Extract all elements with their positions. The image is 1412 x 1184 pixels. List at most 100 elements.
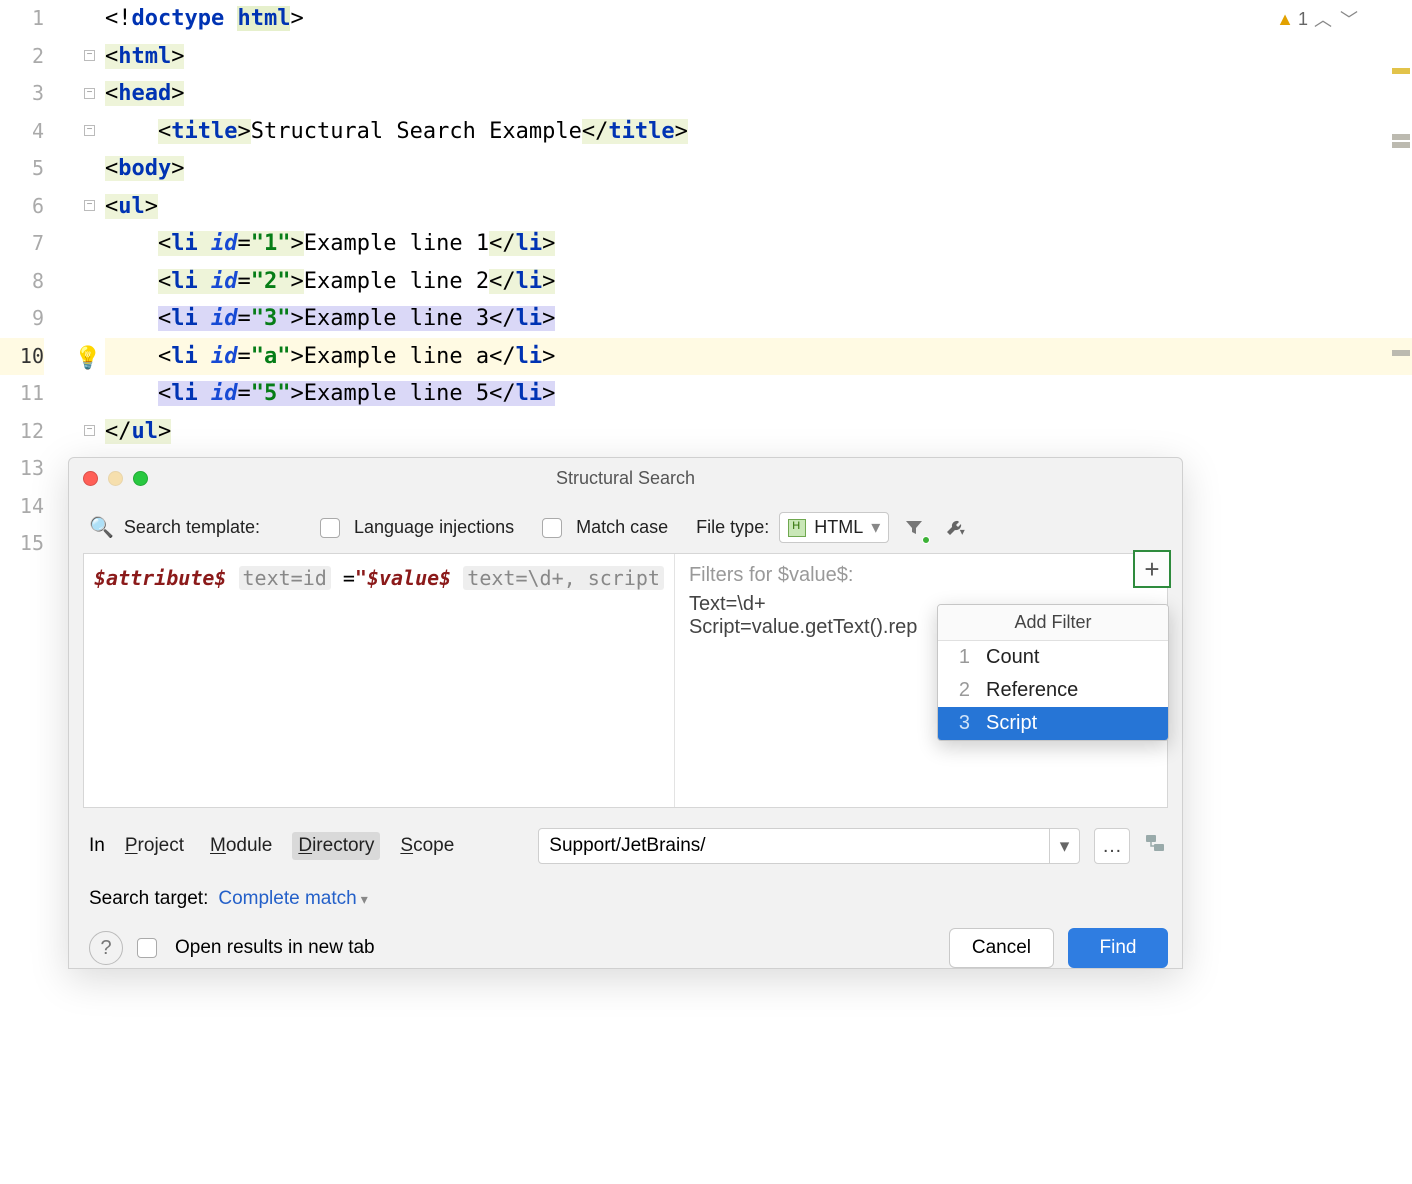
filters-panel: Filters for $value$: Text=\d+ Script=val… <box>675 554 1167 807</box>
line-number: 9 <box>0 300 44 338</box>
language-injections-label: Language injections <box>354 517 514 538</box>
add-filter-popup-title: Add Filter <box>938 605 1168 641</box>
structural-search-dialog: Structural Search 🔍 Search template: Lan… <box>68 457 1183 969</box>
search-icon: 🔍 <box>89 515 114 540</box>
popup-label: Reference <box>986 679 1078 702</box>
popup-index: 2 <box>952 679 986 702</box>
line-number: 10 <box>0 338 44 376</box>
chevron-down-icon: ▾ <box>871 517 880 538</box>
scope-directory-text: irectory <box>312 835 374 856</box>
directory-path-input[interactable] <box>539 835 1049 857</box>
fold-toggle-icon[interactable]: − <box>84 50 95 61</box>
inspection-strip[interactable] <box>1382 0 1412 560</box>
template-hint-attr: text=id <box>239 566 331 590</box>
scope-scope-option[interactable]: Scope <box>394 832 460 860</box>
warning-count: 1 <box>1298 9 1308 30</box>
search-target-value[interactable]: Complete match▾ <box>218 888 367 910</box>
intention-bulb-icon[interactable]: 💡 <box>74 345 101 371</box>
template-hint-val: text=\d+, script <box>463 566 664 590</box>
chevron-down-icon: ▾ <box>361 891 368 907</box>
filters-heading: Filters for $value$: <box>689 564 1153 587</box>
search-target-label: Search target: <box>89 888 208 910</box>
line-number: 4 <box>0 113 44 151</box>
match-case-checkbox[interactable] <box>542 518 562 538</box>
info-stripe[interactable] <box>1392 350 1410 356</box>
settings-wrench-icon[interactable]: ▾ <box>939 513 969 543</box>
template-var-attribute: $attribute$ <box>94 566 226 590</box>
li-id: 3 <box>264 306 277 331</box>
line-number: 11 <box>0 375 44 413</box>
cancel-button[interactable]: Cancel <box>949 928 1054 968</box>
file-type-select[interactable]: HTML ▾ <box>779 512 889 543</box>
fold-toggle-icon[interactable]: − <box>84 200 95 211</box>
line-number: 5 <box>0 150 44 188</box>
add-filter-popup: Add Filter 1 Count 2 Reference 3 Script <box>937 604 1169 741</box>
add-filter-option-script[interactable]: 3 Script <box>938 707 1168 740</box>
browse-directory-button[interactable]: … <box>1094 828 1130 864</box>
dialog-titlebar[interactable]: Structural Search <box>69 458 1182 498</box>
line-number: 15 <box>0 525 44 563</box>
scope-directory-option[interactable]: Directory <box>292 832 380 860</box>
add-filter-option-reference[interactable]: 2 Reference <box>938 674 1168 707</box>
line-number: 2 <box>0 38 44 76</box>
warning-stripe[interactable] <box>1392 68 1410 74</box>
li-id: 1 <box>264 231 277 256</box>
html-file-icon <box>788 519 806 537</box>
line-number: 7 <box>0 225 44 263</box>
popup-index: 3 <box>952 712 986 735</box>
line-number: 8 <box>0 263 44 301</box>
line-number: 1 <box>0 0 44 38</box>
warning-icon: ▲ <box>1276 9 1294 30</box>
dialog-title: Structural Search <box>69 468 1182 489</box>
search-template-label: Search template: <box>124 517 260 538</box>
scope-in-label: In <box>89 835 105 857</box>
li-text: Example line a <box>304 344 489 369</box>
line-number: 13 <box>0 450 44 488</box>
fold-toggle-icon[interactable]: − <box>84 425 95 436</box>
title-text: Structural Search Example <box>251 119 582 144</box>
scope-project-text: roject <box>138 835 184 856</box>
inspection-summary[interactable]: ▲ 1 ︿ ﹀ <box>1276 6 1360 32</box>
line-number: 6 <box>0 188 44 226</box>
filter-icon[interactable] <box>899 513 929 543</box>
help-button[interactable]: ? <box>89 931 123 965</box>
info-stripe[interactable] <box>1392 134 1410 140</box>
scope-project-option[interactable]: Project <box>119 832 190 860</box>
doctype-keyword: doctype <box>132 6 225 31</box>
search-template-editor[interactable]: $attribute$ text=id ="$value$ text=\d+, … <box>84 554 675 807</box>
popup-label: Count <box>986 646 1039 669</box>
recursive-search-icon[interactable] <box>1144 831 1168 861</box>
language-injections-checkbox[interactable] <box>320 518 340 538</box>
li-id: a <box>264 344 277 369</box>
li-text: Example line 3 <box>304 306 489 331</box>
file-type-value: HTML <box>814 517 863 538</box>
fold-toggle-icon[interactable]: − <box>84 125 95 136</box>
li-text: Example line 5 <box>304 381 489 406</box>
fold-toggle-icon[interactable]: − <box>84 88 95 99</box>
info-stripe[interactable] <box>1392 142 1410 148</box>
directory-path-field[interactable]: ▾ <box>538 828 1080 864</box>
line-number-gutter: 1 2 3 4 5 6 7 8 9 10 11 12 13 14 15 <box>0 0 60 563</box>
template-eq: = <box>331 566 355 590</box>
li-id: 2 <box>264 269 277 294</box>
file-type-label: File type: <box>696 517 769 538</box>
li-text: Example line 1 <box>304 231 489 256</box>
line-number: 3 <box>0 75 44 113</box>
popup-label: Script <box>986 712 1037 735</box>
popup-index: 1 <box>952 646 986 669</box>
next-highlight-icon[interactable]: ﹀ <box>1338 6 1360 32</box>
scope-module-option[interactable]: Module <box>204 832 278 860</box>
scope-scope-text: cope <box>413 835 454 856</box>
match-case-label: Match case <box>576 517 668 538</box>
line-number: 14 <box>0 488 44 526</box>
scope-module-text: odule <box>226 835 273 856</box>
add-filter-button[interactable]: + <box>1133 550 1171 588</box>
li-id: 5 <box>264 381 277 406</box>
directory-history-dropdown[interactable]: ▾ <box>1049 829 1079 863</box>
prev-highlight-icon[interactable]: ︿ <box>1312 6 1334 32</box>
open-results-checkbox[interactable] <box>137 938 157 958</box>
li-text: Example line 2 <box>304 269 489 294</box>
find-button[interactable]: Find <box>1068 928 1168 968</box>
open-results-label: Open results in new tab <box>175 937 375 959</box>
add-filter-option-count[interactable]: 1 Count <box>938 641 1168 674</box>
